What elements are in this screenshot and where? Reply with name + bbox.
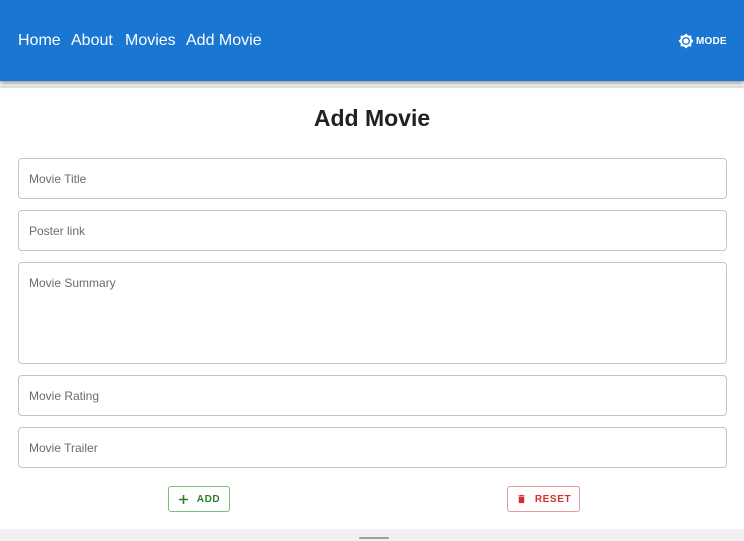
add-button[interactable]: ADD bbox=[168, 486, 230, 512]
reset-label: RESET bbox=[534, 493, 572, 505]
trash-icon bbox=[516, 493, 527, 505]
brightness-settings-icon bbox=[678, 33, 694, 49]
movie-trailer-input[interactable]: Movie Trailer bbox=[18, 427, 727, 468]
movie-title-input[interactable]: Movie Title bbox=[18, 158, 727, 199]
movie-rating-placeholder: Movie Rating bbox=[29, 389, 100, 403]
resize-handle[interactable] bbox=[359, 537, 389, 539]
nav-link-about[interactable]: About bbox=[71, 31, 113, 51]
app-bar: Home About Movies Add Movie MODE bbox=[0, 0, 744, 81]
divider bbox=[0, 86, 744, 88]
nav-link-movies[interactable]: Movies bbox=[125, 31, 176, 51]
movie-summary-placeholder: Movie Summary bbox=[29, 276, 116, 290]
mode-toggle-button[interactable]: MODE bbox=[670, 30, 732, 52]
movie-trailer-placeholder: Movie Trailer bbox=[29, 441, 98, 455]
bottom-bar bbox=[0, 529, 744, 541]
movie-title-placeholder: Movie Title bbox=[29, 172, 87, 186]
add-label: ADD bbox=[196, 493, 221, 505]
poster-link-input[interactable]: Poster link bbox=[18, 210, 727, 251]
movie-rating-input[interactable]: Movie Rating bbox=[18, 375, 727, 416]
reset-button[interactable]: RESET bbox=[507, 486, 580, 512]
plus-icon bbox=[178, 494, 189, 505]
page-title: Add Movie bbox=[313, 105, 431, 131]
nav-link-home[interactable]: Home bbox=[18, 31, 61, 51]
poster-link-placeholder: Poster link bbox=[29, 224, 86, 238]
movie-summary-textarea[interactable]: Movie Summary bbox=[18, 262, 727, 364]
nav-link-add-movie[interactable]: Add Movie bbox=[186, 31, 262, 51]
mode-label: MODE bbox=[696, 35, 727, 47]
